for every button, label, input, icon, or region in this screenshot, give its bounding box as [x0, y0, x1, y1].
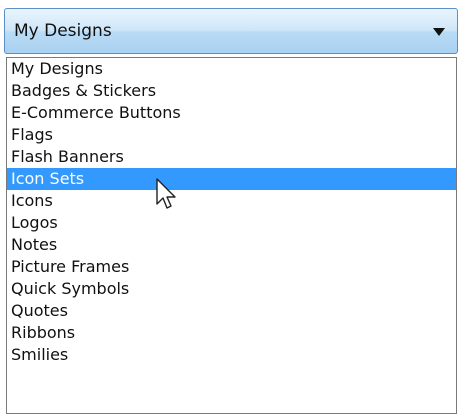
option-quick-symbols[interactable]: Quick Symbols	[7, 278, 456, 300]
mouse-pointer-icon	[156, 178, 176, 209]
option-smilies[interactable]: Smilies	[7, 344, 456, 366]
chevron-down-icon[interactable]	[433, 28, 445, 36]
option-logos[interactable]: Logos	[7, 212, 456, 234]
option-my-designs[interactable]: My Designs	[7, 58, 456, 80]
option-icon-sets[interactable]: Icon Sets	[7, 168, 456, 190]
category-select[interactable]: My Designs	[4, 8, 458, 54]
dropdown-option-list: My Designs Badges & Stickers E-Commerce …	[6, 57, 457, 414]
option-quotes[interactable]: Quotes	[7, 300, 456, 322]
option-ribbons[interactable]: Ribbons	[7, 322, 456, 344]
select-current-value: My Designs	[14, 21, 112, 41]
option-flags[interactable]: Flags	[7, 124, 456, 146]
option-flash-banners[interactable]: Flash Banners	[7, 146, 456, 168]
option-notes[interactable]: Notes	[7, 234, 456, 256]
option-picture-frames[interactable]: Picture Frames	[7, 256, 456, 278]
option-e-commerce-buttons[interactable]: E-Commerce Buttons	[7, 102, 456, 124]
option-icons[interactable]: Icons	[7, 190, 456, 212]
option-badges-stickers[interactable]: Badges & Stickers	[7, 80, 456, 102]
